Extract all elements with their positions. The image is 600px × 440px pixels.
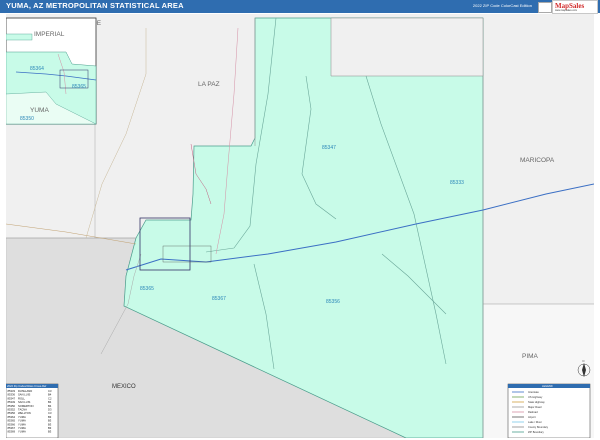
zip-table-cell: C3 xyxy=(48,411,52,415)
zip-table-cell: YUMA xyxy=(18,419,26,423)
legend-item-label: County Boundary xyxy=(528,425,549,429)
legend-item-label: Railroad xyxy=(528,410,538,414)
zip-label-85347[interactable]: 85347 xyxy=(322,145,336,151)
zip-table-cell: B3 xyxy=(48,422,52,426)
zip-table-cell: YUMA xyxy=(18,422,26,426)
zip-table-cell: C3 xyxy=(48,389,52,393)
zip-table-cell: TACNA xyxy=(18,408,27,412)
zip-table-cell: 85336 xyxy=(8,393,16,397)
zip-table-cell: B3 xyxy=(48,426,52,430)
zip-label-85367[interactable]: 85367 xyxy=(212,296,226,302)
zip-table-cell: C2 xyxy=(48,396,52,400)
zip-table-cell: 85347 xyxy=(8,396,16,400)
zip-table-cell: YUMA xyxy=(18,426,26,430)
compass-label: N xyxy=(583,359,585,363)
zip-table-cell: SAN LUIS xyxy=(18,393,30,397)
inset-label-imperial: IMPERIAL xyxy=(34,31,65,38)
zip-table-cell: B3 xyxy=(48,419,52,423)
title-bar: YUMA, AZ METROPOLITAN STATISTICAL AREA 2… xyxy=(0,0,600,14)
map-title: YUMA, AZ METROPOLITAN STATISTICAL AREA xyxy=(6,1,184,10)
map-canvas[interactable]: LA PAZ MARICOPA PIMA MEXICO DE 85347 853… xyxy=(6,14,594,438)
zip-table-cell: B4 xyxy=(48,404,52,408)
zip-table-cell: B3 xyxy=(48,430,52,434)
logo-sub-text: www.mapsales.com xyxy=(555,9,578,12)
zip-table-cell: 85350 xyxy=(8,404,16,408)
zip-table-cell: 85356 xyxy=(8,411,16,415)
legend-item-label: Major Road xyxy=(528,405,542,409)
county-label-pima: PIMA xyxy=(522,353,539,360)
zip-table-header: 2022 Zip Codes/Cities Cross-Ref xyxy=(7,384,47,388)
zip-label-85365[interactable]: 85365 xyxy=(140,286,154,292)
zip-table-cell: 85369 xyxy=(8,430,16,434)
zip-table-cell: 85364 xyxy=(8,415,16,419)
county-label-la-paz: LA PAZ xyxy=(198,81,220,88)
zip-table-cell: DATELAND xyxy=(18,389,32,393)
zip-label-85356[interactable]: 85356 xyxy=(326,299,340,305)
zip-table-cell: B3 xyxy=(48,415,52,419)
zip-table-cell: YUMA xyxy=(18,430,26,434)
zip-table-cell: 85349 xyxy=(8,400,16,404)
zip-table-cell: B4 xyxy=(48,393,52,397)
zip-table-cell: ROLL xyxy=(18,396,26,400)
legend-item-label: US Highway xyxy=(528,395,543,399)
edition-text: 2022 ZIP Code ColorCast Edition xyxy=(472,3,532,8)
inset-zip-85364[interactable]: 85364 xyxy=(30,66,44,72)
legend-item-label: ZIP Boundary xyxy=(528,430,545,434)
mini-map-icon xyxy=(538,2,552,13)
inset-label-yuma: YUMA xyxy=(30,107,49,114)
inset-zip-85350[interactable]: 85350 xyxy=(20,116,34,122)
zip-table-cell: 85366 xyxy=(8,422,16,426)
county-label-maricopa: MARICOPA xyxy=(520,157,555,164)
zip-table-cell: 85365 xyxy=(8,419,16,423)
inset-map[interactable]: IMPERIAL YUMA 85364 85365 85350 xyxy=(6,17,97,125)
zip-table-cell: 85367 xyxy=(8,426,16,430)
zip-table-cell: 85333 xyxy=(8,389,16,393)
zip-label-85333[interactable]: 85333 xyxy=(450,180,464,186)
mapsales-logo[interactable]: MapSales www.mapsales.com xyxy=(552,0,598,14)
legend-item-label: Interstate xyxy=(528,390,539,394)
zip-table-cell: SOMERTON xyxy=(18,404,33,408)
map-frame: YUMA, AZ METROPOLITAN STATISTICAL AREA 2… xyxy=(0,0,600,440)
zip-table-cell: D3 xyxy=(48,408,52,412)
inset-zip-85365[interactable]: 85365 xyxy=(72,84,86,90)
legend-item-label: Lake / River xyxy=(528,420,542,424)
legend-item-label: State Highway xyxy=(528,400,545,404)
country-label-mexico: MEXICO xyxy=(112,384,136,390)
legend-item-label: Airport xyxy=(528,415,536,419)
zip-table-cell: 85352 xyxy=(8,408,16,412)
la-paz-notch xyxy=(330,17,484,77)
zip-table-cell: B4 xyxy=(48,400,52,404)
zip-table-cell: SAN LUIS xyxy=(18,400,30,404)
legend-title: LEGEND xyxy=(542,384,553,388)
zip-table-cell: YUMA xyxy=(18,415,26,419)
zip-table-cell: WELLTON xyxy=(18,411,31,415)
